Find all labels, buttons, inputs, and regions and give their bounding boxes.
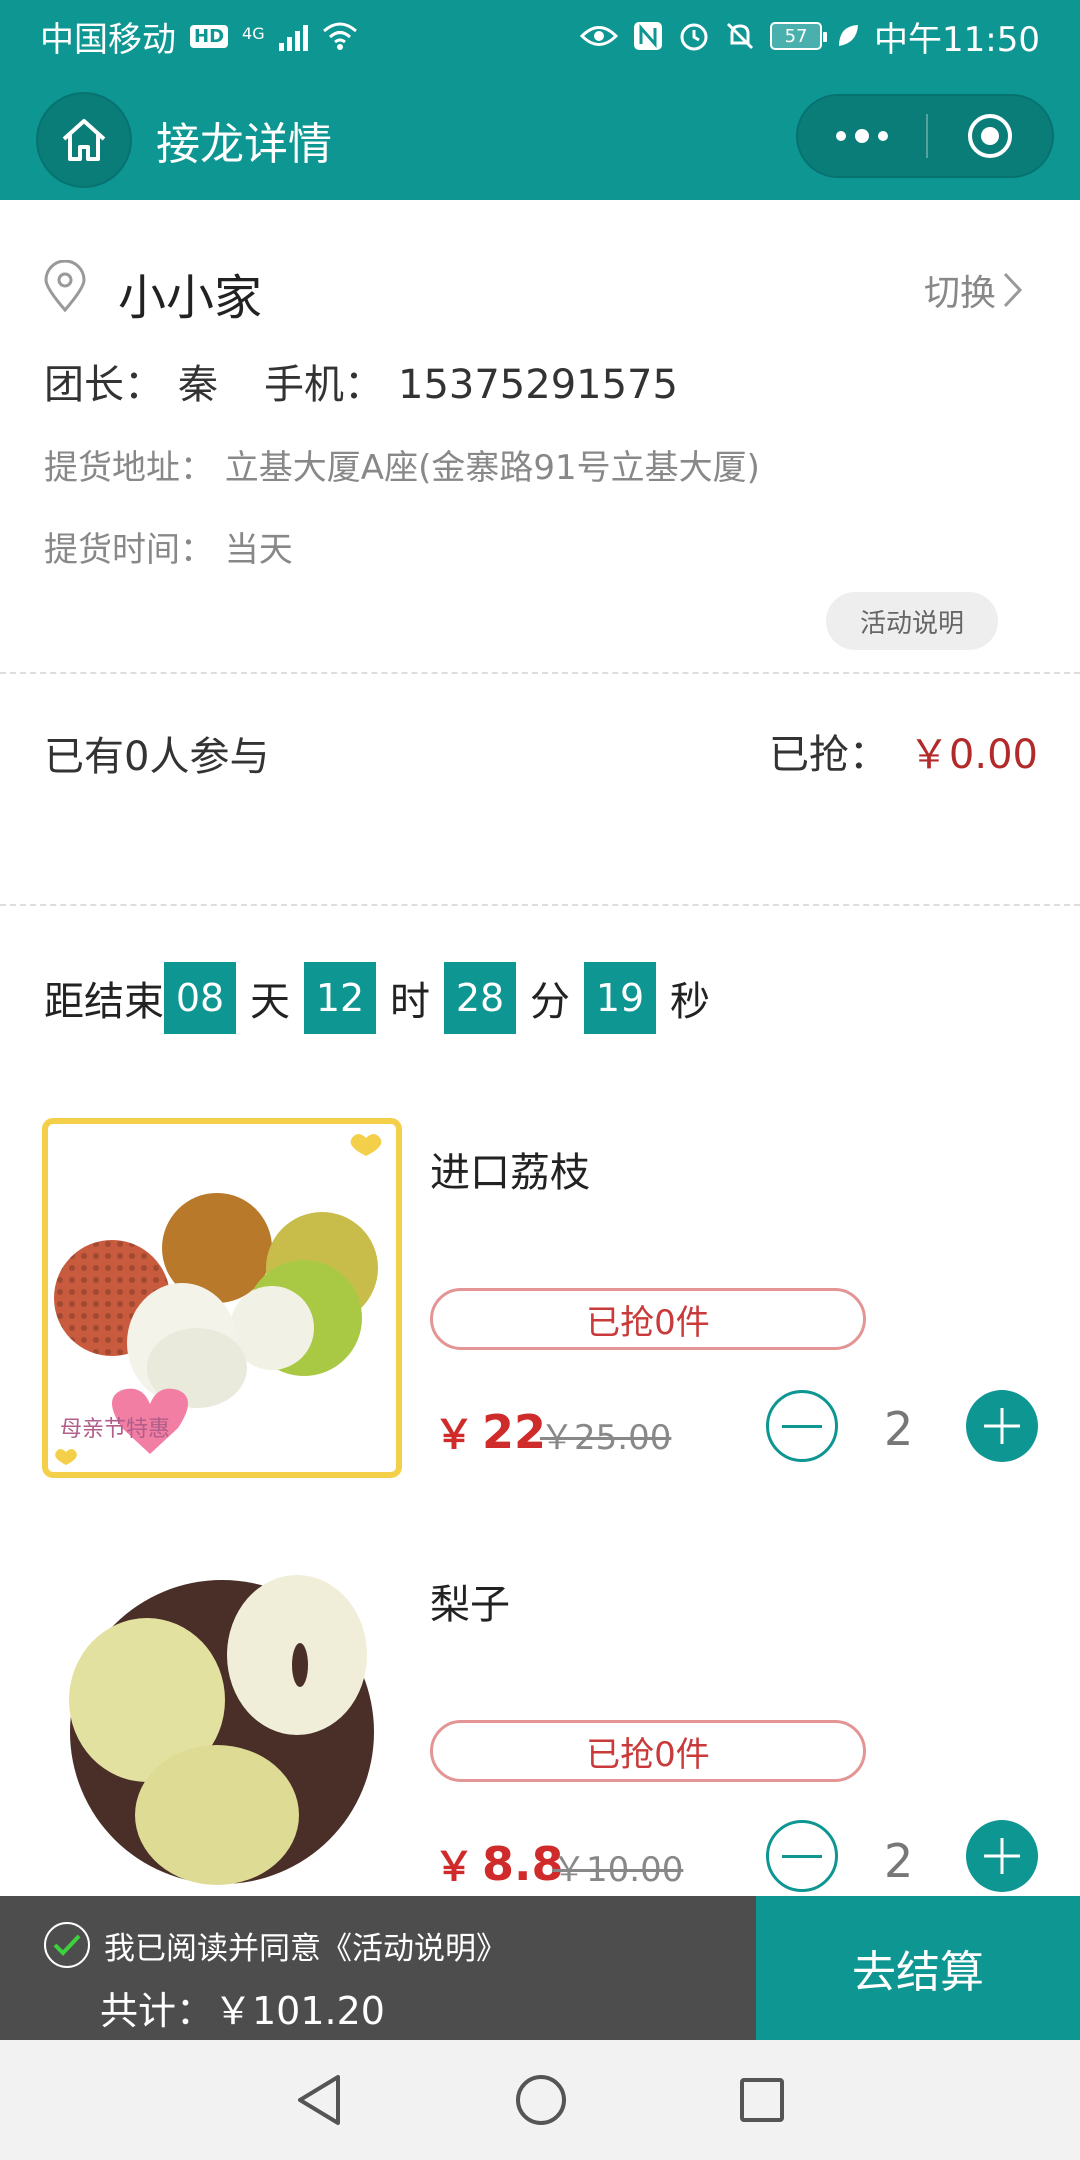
leader-name: 秦 — [178, 362, 218, 408]
more-dot — [878, 131, 888, 141]
activity-info-button[interactable]: 活动说明 — [826, 592, 998, 650]
product-name[interactable]: 梨子 — [430, 1572, 510, 1630]
mini-program-capsule — [796, 94, 1054, 178]
eye-icon — [580, 26, 619, 46]
target-icon — [968, 114, 1012, 158]
status-bar: 中国移动 HD 4G 57 中午11:50 — [0, 0, 1080, 72]
product-item: 母亲节特惠 进口荔枝 已抢0件 ￥ 22 ￥25.00 2 — [0, 1118, 1080, 1498]
clock-label: 中午11:50 — [874, 19, 1040, 60]
mute-bell-icon — [726, 22, 754, 50]
increase-quantity-button[interactable] — [966, 1390, 1038, 1462]
decrease-quantity-button[interactable] — [766, 1390, 838, 1462]
countdown-seconds: 19 — [584, 962, 656, 1034]
product-price: ￥ 8.8 — [434, 1834, 564, 1892]
close-button[interactable] — [928, 112, 1052, 160]
carrier-label: 中国移动 — [40, 19, 176, 60]
hd-badge: HD — [190, 24, 229, 48]
product-image-lychee[interactable]: 母亲节特惠 — [42, 1118, 402, 1478]
home-circle-icon[interactable] — [514, 2073, 568, 2127]
phone-label: 手机： — [264, 362, 384, 408]
leaf-icon — [839, 25, 859, 46]
countdown: 距结束 08 天 12 时 28 分 19 秒 — [44, 962, 724, 1034]
phone-number[interactable]: 15375291575 — [398, 362, 678, 408]
more-button[interactable] — [798, 96, 926, 176]
countdown-days-unit: 天 — [250, 979, 290, 1025]
grabbed-count-badge: 已抢0件 — [430, 1288, 866, 1350]
grabbed-amount: ￥0.00 — [908, 732, 1038, 778]
pickup-time: 提货时间： 当天 — [44, 530, 293, 570]
decrease-quantity-button[interactable] — [766, 1820, 838, 1892]
divider — [0, 904, 1080, 906]
original-price: ￥25.00 — [540, 1418, 672, 1458]
plus-icon — [984, 1838, 1020, 1874]
countdown-days: 08 — [164, 962, 236, 1034]
battery-level: 57 — [784, 25, 808, 47]
title-bar: 接龙详情 — [0, 72, 1080, 200]
switch-label: 切换 — [923, 273, 996, 314]
increase-quantity-button[interactable] — [966, 1820, 1038, 1892]
currency-symbol: ￥ — [434, 1412, 474, 1458]
network-label: 4G — [242, 23, 265, 43]
back-icon[interactable] — [294, 2073, 344, 2127]
pickup-address: 提货地址： 立基大厦A座(金寨路91号立基大厦) — [44, 448, 760, 488]
checked-icon — [44, 1922, 90, 1968]
status-right: 57 中午11:50 — [580, 12, 1040, 61]
price-value: 22 — [482, 1405, 547, 1459]
leader-info: 团长： 秦手机： 15375291575 — [44, 352, 692, 410]
countdown-prefix: 距结束 — [44, 979, 164, 1025]
store-name: 小小家 — [118, 270, 263, 326]
product-price: ￥ 22 — [434, 1402, 546, 1460]
store-info: 小小家 切换 团长： 秦手机： 15375291575 提货地址： 立基大厦A座(金… — [0, 200, 1080, 670]
chevron-right-icon — [1003, 272, 1023, 308]
plus-icon — [984, 1408, 1020, 1444]
agreement-checkbox[interactable]: 我已阅读并同意《活动说明》 — [44, 1922, 507, 1968]
signal-icon — [278, 21, 308, 51]
currency-symbol: ￥ — [434, 1844, 474, 1890]
countdown-minutes-unit: 分 — [530, 979, 570, 1025]
minus-icon — [782, 1424, 822, 1428]
countdown-hours: 12 — [304, 962, 376, 1034]
more-dot — [855, 129, 869, 143]
countdown-minutes: 28 — [444, 962, 516, 1034]
original-price: ￥10.00 — [552, 1850, 684, 1890]
image-caption: 母亲节特惠 — [60, 1417, 170, 1442]
battery-icon: 57 — [770, 22, 828, 50]
minus-icon — [782, 1854, 822, 1858]
recents-icon[interactable] — [738, 2076, 786, 2124]
order-total: 共计：￥101.20 — [100, 1989, 385, 2033]
system-navigation-bar — [0, 2040, 1080, 2160]
wifi-icon — [322, 22, 357, 50]
agreement-text: 我已阅读并同意《活动说明》 — [104, 1930, 507, 1967]
home-button[interactable] — [36, 92, 132, 188]
checkout-bar: 我已阅读并同意《活动说明》 共计：￥101.20 去结算 — [0, 1896, 1080, 2040]
home-icon — [62, 119, 106, 161]
quantity-value: 2 — [884, 1402, 914, 1456]
product-image-pear[interactable] — [42, 1550, 402, 1910]
page-title: 接龙详情 — [156, 119, 332, 170]
leader-label: 团长： — [44, 362, 164, 408]
quantity-value: 2 — [884, 1834, 914, 1888]
more-dot — [836, 131, 846, 141]
status-left: 中国移动 HD 4G — [40, 12, 358, 61]
participant-count: 已有0人参与 — [44, 734, 270, 780]
countdown-seconds-unit: 秒 — [670, 979, 710, 1025]
nfc-icon — [634, 22, 663, 50]
divider — [0, 672, 1080, 674]
grabbed-label: 已抢： — [768, 732, 889, 778]
product-item: 梨子 已抢0件 ￥ 8.8 ￥10.00 2 — [0, 1550, 1080, 1930]
checkout-button[interactable]: 去结算 — [756, 1896, 1080, 2040]
checkout-summary: 我已阅读并同意《活动说明》 共计：￥101.20 — [0, 1896, 756, 2040]
countdown-hours-unit: 时 — [390, 979, 430, 1025]
alarm-icon — [680, 23, 708, 51]
product-name[interactable]: 进口荔枝 — [430, 1140, 590, 1198]
switch-store-button[interactable]: 切换 — [924, 264, 1024, 316]
grabbed-total: 已抢： ￥0.00 — [769, 722, 1038, 780]
location-icon — [44, 260, 86, 313]
grabbed-count-badge: 已抢0件 — [430, 1720, 866, 1782]
